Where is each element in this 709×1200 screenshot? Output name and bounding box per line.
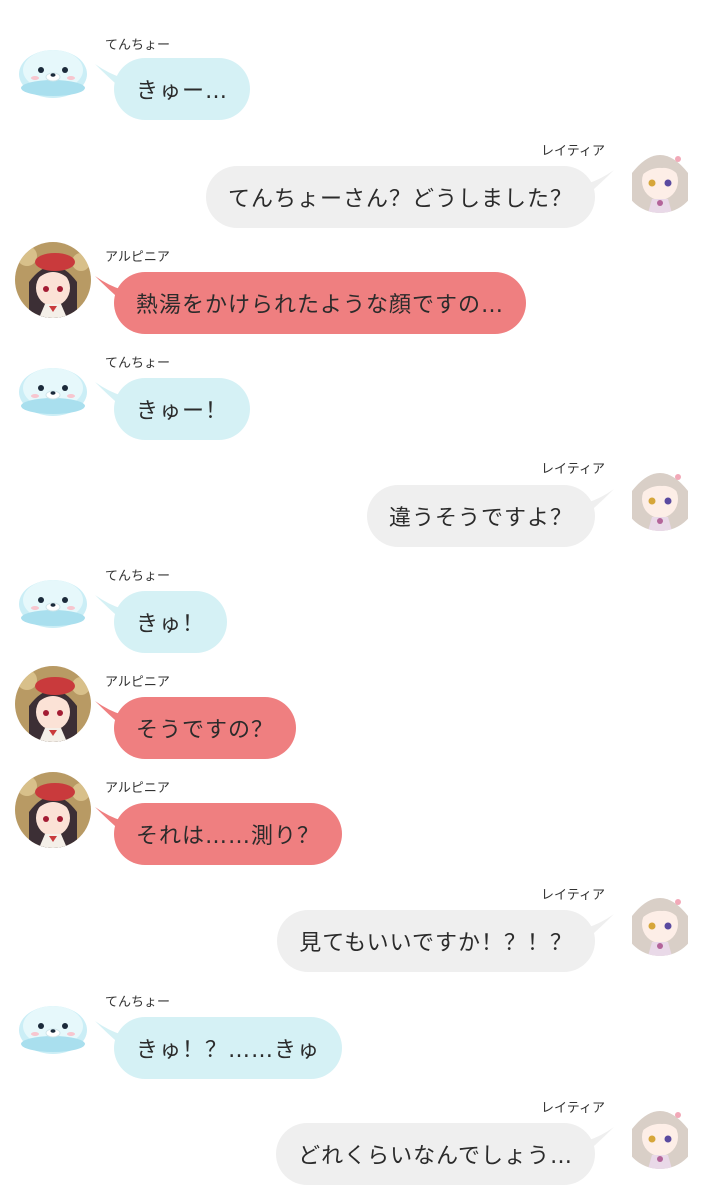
message-bubble[interactable]: きゅー… bbox=[114, 58, 251, 120]
sender-name: レイティア bbox=[541, 144, 605, 159]
girl-red-beret-avatar-icon[interactable] bbox=[15, 666, 91, 742]
sender-name: レイティア bbox=[541, 462, 605, 477]
sender-name: レイティア bbox=[541, 888, 605, 903]
bubble-tail bbox=[586, 170, 614, 196]
girl-red-beret-avatar-icon[interactable] bbox=[15, 772, 91, 848]
message-bubble[interactable]: きゅ！ bbox=[114, 591, 228, 653]
seal-avatar-icon[interactable] bbox=[15, 986, 91, 1062]
bubble-tail bbox=[586, 914, 614, 940]
sender-name: てんちょー bbox=[105, 995, 171, 1010]
message-bubble[interactable]: 違うそうですよ？ bbox=[366, 485, 595, 547]
message-bubble[interactable]: きゅー！ bbox=[114, 378, 251, 440]
message-bubble[interactable]: それは……測り？ bbox=[114, 803, 343, 865]
girl-silver-hair-avatar-icon[interactable] bbox=[622, 880, 698, 956]
bubble-tail bbox=[586, 489, 614, 515]
message-bubble[interactable]: きゅ！？……きゅ bbox=[114, 1017, 343, 1079]
message-bubble[interactable]: 見てもいいですか！？！？ bbox=[277, 910, 595, 972]
sender-name: アルピニア bbox=[105, 250, 170, 265]
seal-avatar-icon[interactable] bbox=[15, 30, 91, 106]
message-bubble[interactable]: どれくらいなんでしょう… bbox=[276, 1123, 595, 1185]
message-bubble[interactable]: 熱湯をかけられたような顔ですの… bbox=[114, 272, 527, 334]
bubble-tail bbox=[586, 1127, 614, 1153]
message-bubble[interactable]: そうですの？ bbox=[114, 697, 297, 759]
girl-red-beret-avatar-icon[interactable] bbox=[15, 242, 91, 318]
sender-name: レイティア bbox=[541, 1101, 605, 1116]
sender-name: アルピニア bbox=[105, 781, 170, 796]
girl-silver-hair-avatar-icon[interactable] bbox=[622, 1093, 698, 1169]
message-bubble[interactable]: てんちょーさん？どうしました？ bbox=[205, 166, 595, 228]
girl-silver-hair-avatar-icon[interactable] bbox=[622, 455, 698, 531]
seal-avatar-icon[interactable] bbox=[15, 348, 91, 424]
sender-name: アルピニア bbox=[105, 675, 170, 690]
seal-avatar-icon[interactable] bbox=[15, 560, 91, 636]
sender-name: てんちょー bbox=[105, 356, 171, 371]
sender-name: てんちょー bbox=[105, 569, 171, 584]
sender-name: てんちょー bbox=[105, 38, 171, 53]
girl-silver-hair-avatar-icon[interactable] bbox=[622, 137, 698, 213]
